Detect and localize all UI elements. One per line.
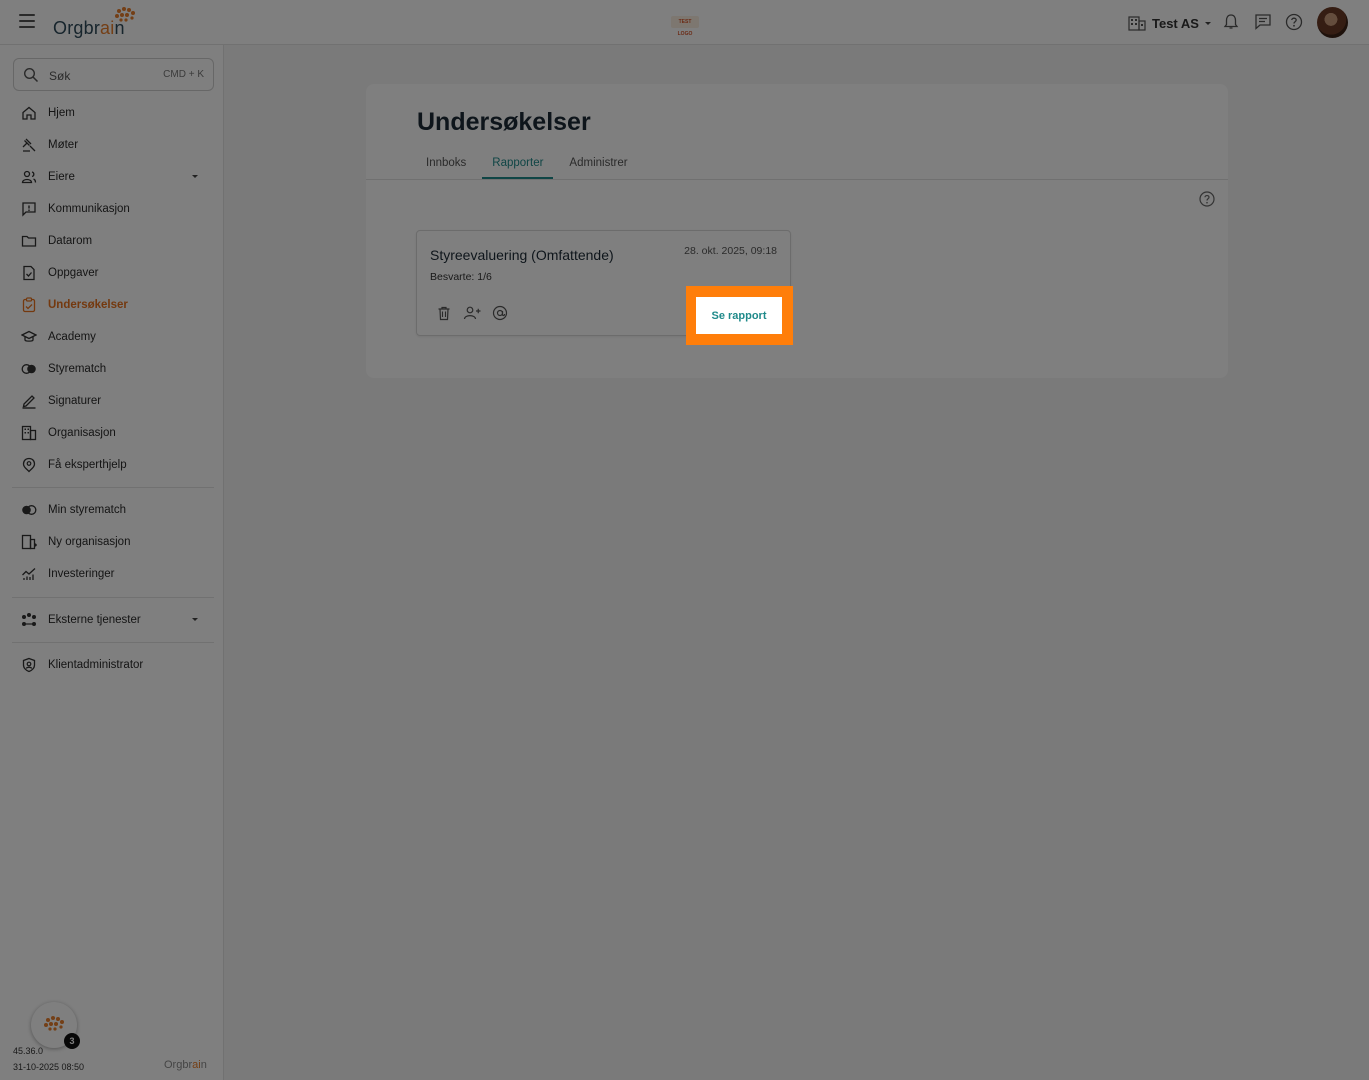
styrematch-icon	[20, 501, 38, 519]
brain-logo-icon	[115, 7, 135, 22]
at-sign-icon[interactable]	[491, 304, 509, 322]
sidebar-item-eiere[interactable]: Eiere	[12, 164, 214, 190]
sidebar-item-label: Organisasjon	[48, 427, 116, 439]
sidebar-item-label: Eiere	[48, 171, 75, 183]
sidebar-item-label: Hjem	[48, 107, 75, 119]
surveys-panel: Undersøkelser Innboks Rapporter Administ…	[366, 84, 1228, 378]
search-label: Søk	[49, 69, 71, 83]
sidebar-item-label: Signaturer	[48, 395, 102, 407]
tab-rapporter[interactable]: Rapporter	[482, 154, 554, 179]
tab-bar: Innboks Rapporter Administrer	[416, 154, 644, 179]
organization-switcher[interactable]: Test AS	[1128, 13, 1211, 33]
sidebar-item-klientadministrator[interactable]: Klientadministrator	[12, 652, 214, 678]
sidebar-item-label: Undersøkelser	[48, 299, 128, 311]
external-services-icon	[20, 611, 38, 629]
orgbrain-footer-logo: Orgbrain	[164, 1059, 207, 1071]
search-icon	[23, 67, 39, 83]
sidebar-item-fa-eksperthjelp[interactable]: Få eksperthjelp	[12, 452, 214, 478]
investment-chart-icon	[20, 565, 38, 583]
help-icon[interactable]	[1198, 190, 1216, 208]
shield-user-icon	[20, 656, 38, 674]
report-actions	[435, 304, 509, 322]
task-document-icon	[20, 264, 38, 282]
sidebar-item-label: Styrematch	[48, 363, 107, 375]
tab-innboks[interactable]: Innboks	[416, 154, 476, 179]
report-date: 28. okt. 2025, 09:18	[684, 245, 777, 257]
chevron-down-icon	[192, 618, 198, 621]
sidebar-item-undersokelser[interactable]: Undersøkelser	[12, 292, 214, 318]
sidebar-item-min-styrematch[interactable]: Min styrematch	[12, 497, 214, 523]
sidebar-item-oppgaver[interactable]: Oppgaver	[12, 260, 214, 286]
sidebar-item-eksterne-tjenester[interactable]: Eksterne tjenester	[12, 607, 214, 633]
sidebar-divider	[12, 487, 214, 488]
organization-logo: TEST LOGO	[671, 16, 699, 37]
sidebar-item-organisasjon[interactable]: Organisasjon	[12, 420, 214, 446]
sidebar-item-label: Datarom	[48, 235, 93, 247]
folder-icon	[20, 232, 38, 250]
sidebar-item-signaturer[interactable]: Signaturer	[12, 388, 214, 414]
sidebar-item-label: Oppgaver	[48, 267, 99, 279]
highlight-frame: Se rapport	[686, 286, 793, 345]
sidebar-divider	[12, 642, 214, 643]
chevron-down-icon	[192, 175, 198, 178]
chevron-down-icon	[1204, 21, 1211, 25]
app-version: 45.36.0	[13, 1046, 44, 1056]
sidebar-item-ny-organisasjon[interactable]: Ny organisasjon	[12, 529, 214, 555]
tab-administrer[interactable]: Administrer	[559, 154, 637, 179]
sidebar-item-label: Min styrematch	[48, 504, 126, 516]
styrematch-icon	[20, 360, 38, 378]
sidebar-item-label: Møter	[48, 139, 79, 151]
pen-signature-icon	[20, 392, 38, 410]
survey-clipboard-icon	[20, 296, 38, 314]
brain-logo-icon	[44, 1016, 64, 1031]
notification-count-badge: 3	[64, 1033, 80, 1049]
sidebar-item-label: Kommunikasjon	[48, 203, 130, 215]
chat-icon[interactable]	[1253, 12, 1273, 32]
bell-icon[interactable]	[1221, 12, 1241, 32]
message-alert-icon	[20, 200, 38, 218]
top-bar: Orgbrain TEST LOGO Test AS	[0, 0, 1369, 45]
sidebar-item-academy[interactable]: Academy	[12, 324, 214, 350]
expert-help-icon	[20, 456, 38, 474]
sidebar-item-kommunikasjon[interactable]: Kommunikasjon	[12, 196, 214, 222]
sidebar-item-moter[interactable]: Møter	[12, 132, 214, 158]
people-icon	[20, 168, 38, 186]
sidebar: Søk CMD + K Hjem Møter Eiere Kommunikasj…	[0, 45, 224, 1080]
menu-icon[interactable]	[19, 14, 35, 28]
gavel-icon	[20, 136, 38, 154]
help-icon[interactable]	[1284, 12, 1304, 32]
search-box[interactable]: Søk CMD + K	[13, 58, 214, 91]
add-participant-icon[interactable]	[463, 304, 481, 322]
sidebar-item-investeringer[interactable]: Investeringer	[12, 561, 214, 587]
main-content: Undersøkelser Innboks Rapporter Administ…	[224, 45, 1369, 1080]
see-report-button[interactable]: Se rapport	[696, 297, 782, 334]
sidebar-item-label: Klientadministrator	[48, 659, 144, 671]
sidebar-item-datarom[interactable]: Datarom	[12, 228, 214, 254]
trash-icon[interactable]	[435, 304, 453, 322]
sidebar-item-hjem[interactable]: Hjem	[12, 100, 214, 126]
sidebar-item-label: Academy	[48, 331, 96, 343]
building-icon	[1128, 16, 1146, 31]
sidebar-item-label: Få eksperthjelp	[48, 459, 127, 471]
sidebar-divider	[12, 597, 214, 598]
sidebar-item-label: Investeringer	[48, 568, 115, 580]
report-title: Styreevaluering (Omfattende)	[430, 247, 614, 263]
home-icon	[20, 104, 38, 122]
sidebar-item-styrematch[interactable]: Styrematch	[12, 356, 214, 382]
search-shortcut: CMD + K	[163, 69, 204, 80]
report-answered-count: Besvarte: 1/6	[430, 271, 492, 283]
organization-name: Test AS	[1152, 15, 1199, 31]
sidebar-item-label: Ny organisasjon	[48, 536, 131, 548]
building-icon	[20, 424, 38, 442]
sidebar-item-label: Eksterne tjenester	[48, 614, 141, 626]
tabs-divider	[366, 179, 1228, 180]
graduation-cap-icon	[20, 328, 38, 346]
user-avatar[interactable]	[1317, 7, 1348, 38]
page-title: Undersøkelser	[417, 108, 591, 136]
build-date: 31-10-2025 08:50	[13, 1062, 85, 1072]
building-add-icon	[20, 533, 38, 551]
